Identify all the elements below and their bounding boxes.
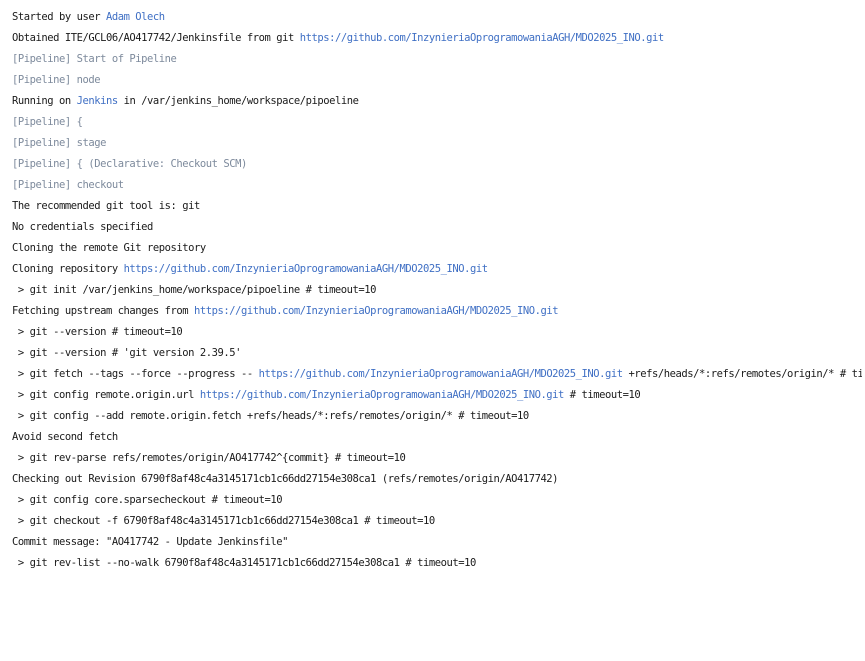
console-link[interactable]: Adam Olech bbox=[106, 11, 165, 23]
console-line: > git config --add remote.origin.fetch +… bbox=[12, 406, 862, 427]
console-link[interactable]: https://github.com/InzynieriaOprogramowa… bbox=[300, 32, 664, 44]
console-line: > git --version # timeout=10 bbox=[12, 322, 862, 343]
console-line: > git --version # 'git version 2.39.5' bbox=[12, 343, 862, 364]
console-link[interactable]: https://github.com/InzynieriaOprogramowa… bbox=[124, 263, 488, 275]
console-line: [Pipeline] stage bbox=[12, 133, 862, 154]
pipeline-step-text: [Pipeline] node bbox=[12, 74, 101, 86]
pipeline-step-text: [Pipeline] { (Declarative: Checkout SCM) bbox=[12, 158, 247, 170]
console-line: > git rev-list --no-walk 6790f8af48c4a31… bbox=[12, 553, 862, 574]
console-text: > git config core.sparsecheckout # timeo… bbox=[12, 494, 283, 506]
console-line: No credentials specified bbox=[12, 217, 862, 238]
console-link[interactable]: https://github.com/InzynieriaOprogramowa… bbox=[259, 368, 623, 380]
console-text: Checking out Revision 6790f8af48c4a31451… bbox=[12, 473, 559, 485]
console-text: > git config --add remote.origin.fetch +… bbox=[12, 410, 529, 422]
console-link[interactable]: https://github.com/InzynieriaOprogramowa… bbox=[194, 305, 558, 317]
console-line: > git rev-parse refs/remotes/origin/AO41… bbox=[12, 448, 862, 469]
console-text: Obtained ITE/GCL06/AO417742/Jenkinsfile … bbox=[12, 32, 300, 44]
console-line: Running on Jenkins in /var/jenkins_home/… bbox=[12, 91, 862, 112]
console-text: > git rev-parse refs/remotes/origin/AO41… bbox=[12, 452, 406, 464]
console-text: > git config remote.origin.url bbox=[12, 389, 200, 401]
console-output: Started by user Adam Olech Obtained ITE/G… bbox=[12, 7, 862, 574]
console-line: > git fetch --tags --force --progress --… bbox=[12, 364, 862, 385]
console-line: [Pipeline] node bbox=[12, 70, 862, 91]
console-text: The recommended git tool is: git bbox=[12, 200, 200, 212]
console-text: +refs/heads/*:refs/remotes/origin/* # ti… bbox=[628, 368, 862, 380]
console-line: [Pipeline] Start of Pipeline bbox=[12, 49, 862, 70]
console-text: Cloning the remote Git repository bbox=[12, 242, 206, 254]
console-line: [Pipeline] { bbox=[12, 112, 862, 133]
console-line: Started by user Adam Olech bbox=[12, 7, 862, 28]
console-link[interactable]: https://github.com/InzynieriaOprogramowa… bbox=[200, 389, 564, 401]
console-text: Running on bbox=[12, 95, 77, 107]
pipeline-step-text: [Pipeline] checkout bbox=[12, 179, 124, 191]
console-text: > git init /var/jenkins_home/workspace/p… bbox=[12, 284, 377, 296]
console-line: > git config remote.origin.url https://g… bbox=[12, 385, 862, 406]
console-text: > git fetch --tags --force --progress -- bbox=[12, 368, 259, 380]
pipeline-step-text: [Pipeline] { bbox=[12, 116, 83, 128]
console-text: > git --version # timeout=10 bbox=[12, 326, 183, 338]
console-text: Cloning repository bbox=[12, 263, 124, 275]
console-line: The recommended git tool is: git bbox=[12, 196, 862, 217]
console-text: > git checkout -f 6790f8af48c4a3145171cb… bbox=[12, 515, 435, 527]
console-line: > git init /var/jenkins_home/workspace/p… bbox=[12, 280, 862, 301]
console-line: [Pipeline] { (Declarative: Checkout SCM) bbox=[12, 154, 862, 175]
console-line: > git config core.sparsecheckout # timeo… bbox=[12, 490, 862, 511]
console-line: Fetching upstream changes from https://g… bbox=[12, 301, 862, 322]
console-line: > git checkout -f 6790f8af48c4a3145171cb… bbox=[12, 511, 862, 532]
console-line: [Pipeline] checkout bbox=[12, 175, 862, 196]
console-text: Fetching upstream changes from bbox=[12, 305, 195, 317]
console-line: Obtained ITE/GCL06/AO417742/Jenkinsfile … bbox=[12, 28, 862, 49]
console-line: Checking out Revision 6790f8af48c4a31451… bbox=[12, 469, 862, 490]
console-text: in /var/jenkins_home/workspace/pipoeline bbox=[117, 95, 359, 107]
console-line: Commit message: "AO417742 - Update Jenki… bbox=[12, 532, 862, 553]
console-line: Avoid second fetch bbox=[12, 427, 862, 448]
console-link[interactable]: Jenkins bbox=[77, 95, 119, 107]
console-text: Avoid second fetch bbox=[12, 431, 118, 443]
console-text: No credentials specified bbox=[12, 221, 153, 233]
console-text: Commit message: "AO417742 - Update Jenki… bbox=[12, 536, 288, 548]
pipeline-step-text: [Pipeline] Start of Pipeline bbox=[12, 53, 177, 65]
console-text: > git rev-list --no-walk 6790f8af48c4a31… bbox=[12, 557, 476, 569]
pipeline-step-text: [Pipeline] stage bbox=[12, 137, 106, 149]
console-text: > git --version # 'git version 2.39.5' bbox=[12, 347, 242, 359]
console-line: Cloning the remote Git repository bbox=[12, 238, 862, 259]
console-line: Cloning repository https://github.com/In… bbox=[12, 259, 862, 280]
console-text: # timeout=10 bbox=[563, 389, 641, 401]
console-text: Started by user bbox=[12, 11, 106, 23]
